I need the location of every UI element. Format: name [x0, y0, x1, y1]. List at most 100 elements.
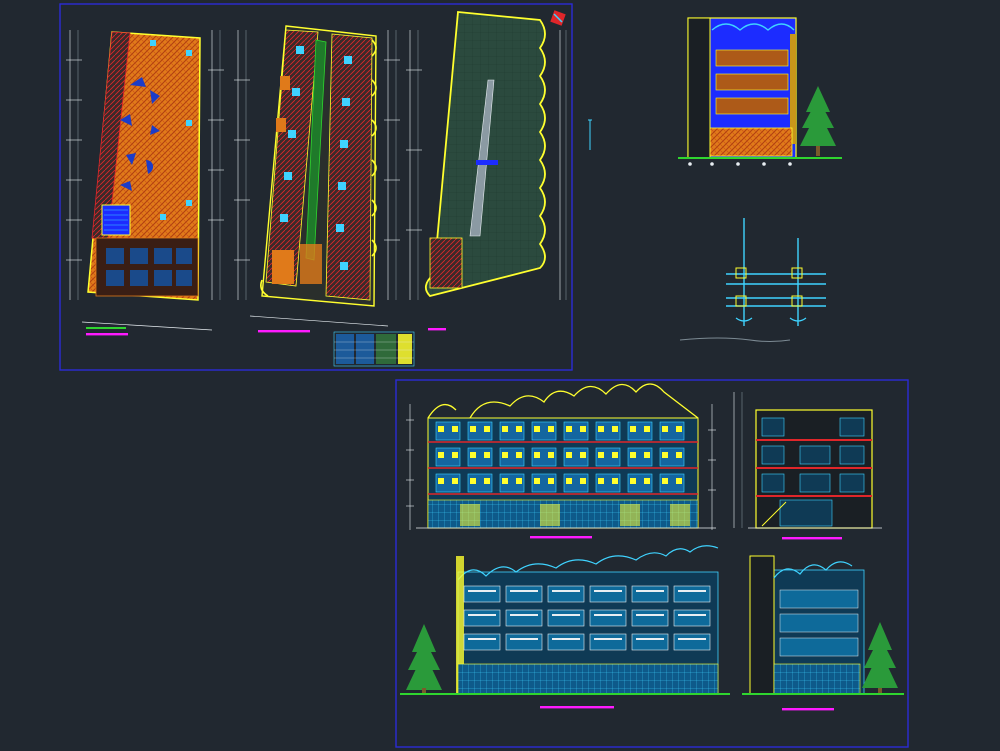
- elevation-front[interactable]: [406, 383, 716, 539]
- window-shutter: [502, 478, 508, 484]
- window-shutter: [516, 478, 522, 484]
- balcony-label-mark: [594, 614, 622, 616]
- window-shutter: [598, 452, 604, 458]
- stair-tower: [749, 555, 775, 695]
- balcony-panel: [673, 585, 711, 603]
- terrain-profile: [679, 337, 791, 342]
- balcony-label-mark: [510, 614, 538, 616]
- window-shutter: [484, 452, 490, 458]
- dimension-line-left: [234, 30, 250, 300]
- window-shutter: [676, 426, 682, 432]
- level-marker: [86, 327, 126, 329]
- balcony-panel: [673, 609, 711, 627]
- window-shutter: [612, 452, 618, 458]
- window-shutter: [438, 426, 444, 432]
- window-shutter: [470, 426, 476, 432]
- elevation-side[interactable]: [742, 555, 904, 711]
- plan-title-underline: [86, 333, 128, 336]
- balcony-label-mark: [468, 638, 496, 640]
- window-shutter: [662, 452, 668, 458]
- window-shutter: [644, 452, 650, 458]
- balcony-windows: [715, 49, 789, 115]
- window-shutter: [612, 478, 618, 484]
- elevation-title-underline: [540, 706, 614, 709]
- window-shutter: [452, 478, 458, 484]
- balcony-label-mark: [636, 590, 664, 592]
- elevation-title-underline: [530, 536, 592, 539]
- units-east-wing: [325, 33, 373, 301]
- dimension-line-left: [406, 30, 422, 300]
- tree-icon: [406, 624, 442, 694]
- balcony-label-mark: [678, 590, 706, 592]
- elevations-sheet[interactable]: [395, 379, 909, 748]
- dimension-line-right: [384, 30, 400, 300]
- level-marks-right: [708, 404, 716, 530]
- balcony-label-mark: [510, 590, 538, 592]
- window-shutter: [676, 478, 682, 484]
- window-shutter: [470, 452, 476, 458]
- tree-icon: [800, 86, 836, 156]
- balcony-label-mark: [636, 638, 664, 640]
- dimension-line-right: [559, 30, 567, 300]
- level-marks-left: [733, 392, 743, 528]
- window-shutter: [484, 426, 490, 432]
- window-shutter: [630, 452, 636, 458]
- window-shutter: [534, 452, 540, 458]
- details-area[interactable]: [588, 17, 842, 342]
- balcony-panel: [631, 633, 669, 651]
- elevation-rear[interactable]: [400, 545, 730, 709]
- window-shutter: [644, 426, 650, 432]
- front-elevation-small[interactable]: [588, 17, 842, 166]
- window-shutter: [662, 426, 668, 432]
- section-title-underline: [782, 537, 842, 540]
- window-shutter: [452, 426, 458, 432]
- balcony-panel: [589, 609, 627, 627]
- balcony-label-mark: [552, 614, 580, 616]
- balcony-label-mark: [468, 590, 496, 592]
- balcony-label-mark: [594, 590, 622, 592]
- window-shutter: [438, 452, 444, 458]
- plan-typical-floor[interactable]: [234, 25, 400, 333]
- wall-section-detail[interactable]: [679, 218, 826, 342]
- balcony-panel: [631, 609, 669, 627]
- window-shutter: [502, 426, 508, 432]
- stair-core: [101, 204, 131, 236]
- right-pilaster: [790, 34, 796, 144]
- balcony-panel: [589, 633, 627, 651]
- plan-roof[interactable]: [406, 10, 567, 331]
- window-shutter: [676, 452, 682, 458]
- window-shutter: [630, 478, 636, 484]
- ground-floor-storefront: [709, 127, 793, 157]
- level-marks-left: [406, 404, 414, 530]
- balcony-panel: [631, 585, 669, 603]
- water-tank: [476, 160, 498, 165]
- balcony-panel: [673, 633, 711, 651]
- window-shutter: [662, 478, 668, 484]
- balcony-panel: [547, 585, 585, 603]
- window-shutter: [452, 452, 458, 458]
- balcony-label-mark: [678, 614, 706, 616]
- floor-plans-sheet[interactable]: [59, 3, 573, 371]
- balcony-panel: [505, 633, 543, 651]
- balcony-label-mark: [468, 614, 496, 616]
- stair-hatch: [429, 237, 463, 289]
- balcony-panel: [547, 633, 585, 651]
- dimension-line-right: [208, 30, 224, 300]
- plan-first-floor[interactable]: [66, 30, 224, 336]
- window-shutter: [548, 478, 554, 484]
- window-shutter: [580, 426, 586, 432]
- window-shutter: [566, 426, 572, 432]
- side-balconies: [779, 589, 859, 657]
- window-shutter: [580, 478, 586, 484]
- schedule-table[interactable]: [333, 331, 415, 367]
- window-shutter: [516, 452, 522, 458]
- roof-arches: [427, 383, 699, 419]
- window-shutter: [438, 478, 444, 484]
- cad-model-space[interactable]: [0, 0, 1000, 751]
- balcony-label-mark: [594, 638, 622, 640]
- balcony-panel: [505, 585, 543, 603]
- section-lateral[interactable]: [733, 392, 882, 540]
- window-shutter: [612, 426, 618, 432]
- window-shutter: [484, 478, 490, 484]
- lower-commercial-area: [95, 237, 199, 297]
